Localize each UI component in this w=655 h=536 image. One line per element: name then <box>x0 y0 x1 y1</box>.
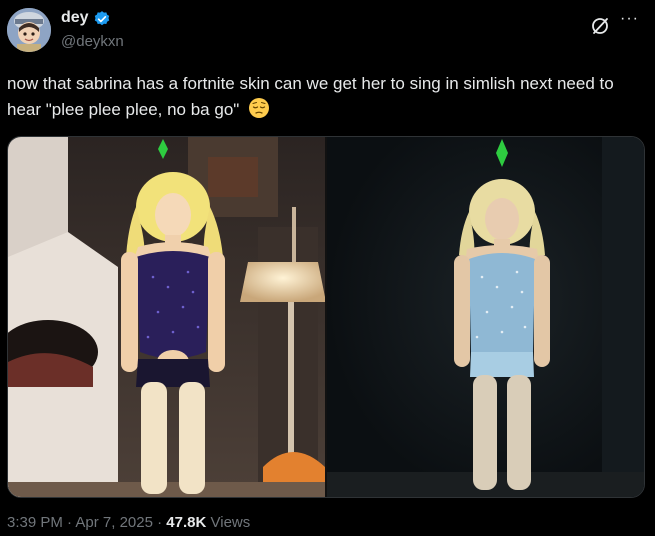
meta-separator: · <box>67 514 73 531</box>
grok-icon[interactable] <box>590 16 610 36</box>
avatar[interactable] <box>7 8 51 52</box>
handle[interactable]: @deykxn <box>61 33 124 50</box>
display-name[interactable]: dey <box>61 9 89 27</box>
tweet-time[interactable]: 3:39 PM <box>7 514 63 531</box>
tweet-text: now that sabrina has a fortnite skin can… <box>7 71 647 123</box>
media-photo-left[interactable] <box>8 137 325 497</box>
meta-separator: · <box>157 514 163 531</box>
pensive-face-emoji-icon <box>249 98 270 118</box>
verified-badge-icon <box>94 11 110 26</box>
tweet-meta: 3:39 PM · Apr 7, 2025 · 47.8K Views <box>7 514 250 531</box>
more-options-icon[interactable]: ··· <box>620 10 639 28</box>
views-label: Views <box>210 514 251 531</box>
tweet-media[interactable] <box>7 136 645 498</box>
tweet-date[interactable]: Apr 7, 2025 <box>75 514 153 531</box>
views-count[interactable]: 47.8K <box>166 514 206 531</box>
tweet-body: now that sabrina has a fortnite skin can… <box>7 74 614 119</box>
media-photo-right[interactable] <box>327 137 644 497</box>
tweet-header: dey @deykxn ··· <box>0 0 655 60</box>
